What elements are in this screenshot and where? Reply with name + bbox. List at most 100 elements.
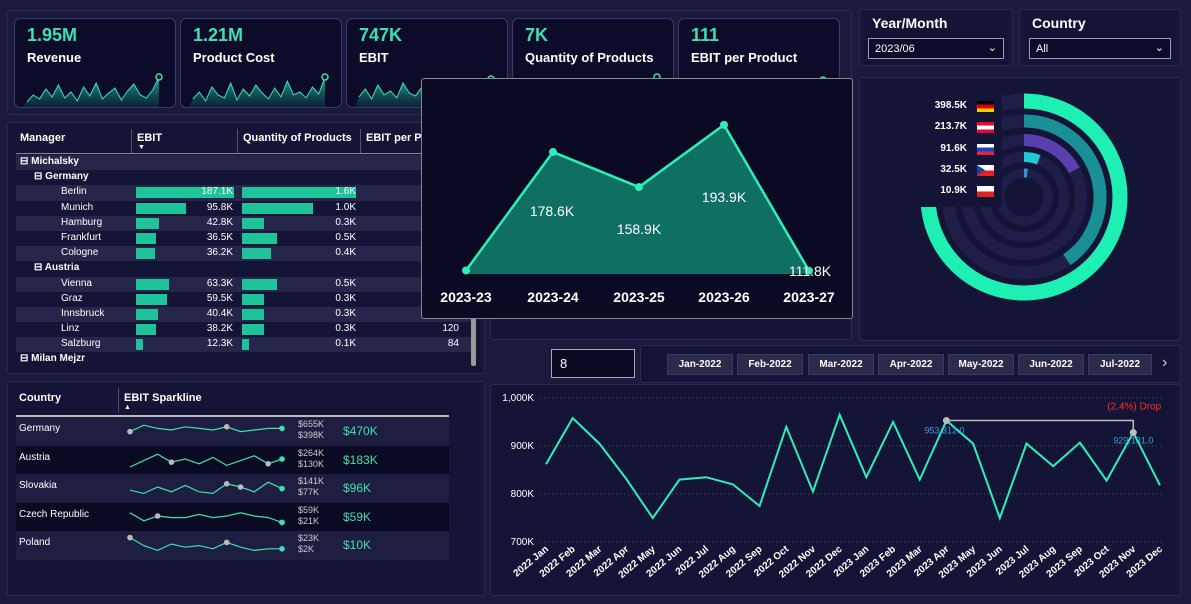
country-slicer: Country All ⌄ [1019, 9, 1181, 66]
annotation-to: 929,131.0 [1113, 436, 1153, 446]
row-label: Innsbruck [61, 307, 105, 319]
country-name: Czech Republic [19, 508, 90, 520]
month-button[interactable]: May-2022 [948, 354, 1014, 375]
radial-legend: 398.5K 213.7K 91.6K 32.5K 10.9K [912, 97, 1002, 207]
quantity-value: 0.5K [335, 277, 356, 289]
table-row[interactable]: Salzburg 12.3K 0.1K 84 [16, 337, 472, 353]
chevron-right-icon[interactable]: › [1162, 354, 1167, 372]
quantity-bar [242, 232, 278, 244]
kpi-value: 1.21M [193, 25, 244, 45]
ebit-value: 95.8K [206, 201, 233, 213]
data-point[interactable] [635, 183, 643, 192]
monthly-ebit-line-chart: 700K800K900K1,000K2022 Jan2022 Feb2022 M… [502, 393, 1165, 581]
table-row[interactable]: Berlin 187.1K 1.6K [16, 185, 472, 201]
x-tick-label: 2023-24 [527, 289, 579, 305]
radial-value: 32.5K [940, 163, 967, 175]
table-row[interactable]: Germany $655K $398K $470K [16, 417, 449, 446]
flag-at-icon [977, 122, 994, 134]
year-month-dropdown[interactable]: 2023/06 ⌄ [868, 38, 1004, 59]
table-row[interactable]: Innsbruck 40.4K 0.3K [16, 306, 472, 323]
quantity-value: 0.3K [335, 292, 356, 304]
quantity-value: 1.6K [335, 186, 356, 198]
sparkline-min: $130K [298, 458, 325, 469]
row-label: Linz [61, 323, 80, 335]
sparkline-min: $2K [298, 544, 315, 554]
flag-pl-icon [977, 186, 994, 198]
data-point[interactable] [549, 148, 557, 157]
collapse-icon[interactable]: ⊟ [34, 262, 45, 273]
table-row[interactable]: Frankfurt 36.5K 0.5K [16, 231, 472, 246]
sparkline-min: $77K [298, 487, 320, 497]
table-row[interactable]: Austria $264K $130K $183K [16, 445, 449, 474]
table-row[interactable]: ⊟ Michalsky [16, 155, 472, 171]
sparkline-max: $141K [298, 476, 325, 486]
ebit-total: $96K [343, 481, 372, 495]
table-row[interactable]: Slovakia $141K $77K $96K [16, 474, 449, 503]
line-series[interactable] [545, 412, 1161, 521]
flag-cz-icon [977, 164, 994, 176]
scrollbar[interactable] [471, 318, 476, 366]
collapse-icon[interactable]: ⊟ [20, 353, 31, 364]
quantity-bar [242, 293, 264, 305]
year-month-value: 2023/06 [875, 43, 915, 55]
kpi-value: 111 [691, 25, 720, 45]
slider-input[interactable]: 8 [551, 349, 635, 378]
header-manager[interactable]: Manager [20, 132, 65, 144]
header-quantity[interactable]: Quantity of Products [243, 132, 352, 144]
data-label: 111.8K [789, 263, 832, 279]
annotation-line [945, 419, 1135, 433]
table-row[interactable]: ⊟ Milan Mejzr [16, 352, 472, 367]
quantity-bar [242, 202, 313, 214]
y-tick-label: 1,000K [502, 393, 534, 404]
table-row[interactable]: Munich 95.8K 1.0K [16, 201, 472, 216]
table-row[interactable]: Czech Republic $59K $21K $59K [16, 502, 449, 531]
month-button[interactable]: Jan-2022 [667, 354, 733, 375]
sort-asc-icon: ▲ [124, 404, 131, 411]
radial-bar [1023, 152, 1041, 165]
radial-track [995, 168, 1053, 226]
data-point[interactable] [720, 120, 728, 129]
collapse-icon[interactable]: ⊟ [34, 171, 45, 182]
month-button[interactable]: Apr-2022 [878, 354, 944, 375]
radial-value: 10.9K [940, 185, 967, 197]
ebit-value: 40.4K [206, 307, 233, 319]
annotation-from: 953,312.0 [924, 426, 964, 436]
table-row[interactable]: Linz 38.2K 0.3K 120 [16, 322, 472, 337]
quantity-value: 0.3K [335, 323, 356, 335]
row-label: Graz [61, 292, 83, 304]
quantity-bar [242, 308, 264, 320]
country-name: Germany [19, 423, 61, 434]
radial-value: 213.7K [934, 121, 967, 133]
radial-value: 91.6K [940, 142, 967, 154]
month-button[interactable]: Jun-2022 [1018, 354, 1084, 375]
table-row[interactable]: ⊟ Austria [16, 261, 472, 276]
table-row[interactable]: Graz 59.5K 0.3K [16, 292, 472, 307]
header-ebit-sparkline[interactable]: EBIT Sparkline [124, 392, 202, 404]
table-row[interactable]: Hamburg 42.8K 0.3K [16, 215, 472, 231]
kpi-label: Product Cost [193, 50, 275, 65]
x-tick-label: 2023-23 [440, 289, 492, 305]
flag-sk-icon [977, 143, 994, 155]
header-country[interactable]: Country [19, 392, 61, 404]
data-point[interactable] [462, 266, 470, 275]
country-dropdown[interactable]: All ⌄ [1029, 38, 1171, 59]
month-button[interactable]: Feb-2022 [737, 354, 803, 375]
table-row[interactable]: Cologne 36.2K 0.4K [16, 246, 472, 262]
header-ebit[interactable]: EBIT [137, 132, 162, 144]
ebit-total: $183K [343, 452, 378, 467]
sparkline-max: $264K [298, 447, 325, 458]
country-name: Austria [19, 451, 51, 463]
ebit-bar [136, 324, 156, 336]
quantity-value: 1.0K [335, 201, 356, 213]
sparkline-min: $398K [298, 430, 325, 440]
kpi-value: 1.95M [27, 25, 78, 45]
header-ebit-per-product[interactable]: EBIT per P [366, 132, 422, 144]
table-row[interactable]: Vienna 63.3K 0.5K [16, 276, 472, 292]
table-row[interactable]: ⊟ Germany [16, 170, 472, 185]
row-label: Milan Mejzr [31, 353, 86, 365]
month-button[interactable]: Jul-2022 [1088, 354, 1152, 375]
country-name: Slovakia [19, 480, 57, 491]
table-row[interactable]: Poland $23K $2K $10K [16, 531, 449, 560]
collapse-icon[interactable]: ⊟ [20, 156, 31, 167]
month-button[interactable]: Mar-2022 [808, 354, 874, 375]
